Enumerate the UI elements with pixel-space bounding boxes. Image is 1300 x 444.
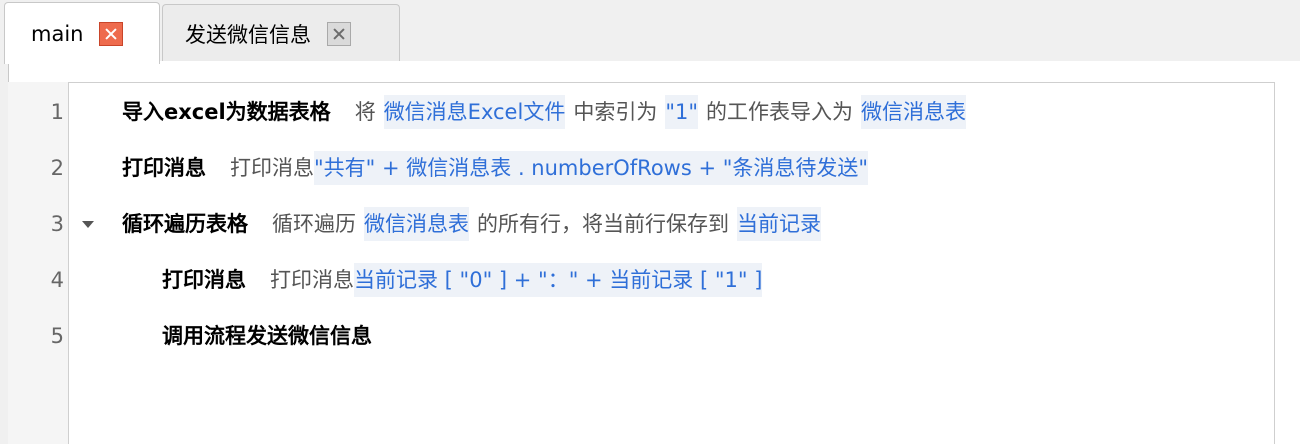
tab-bar: main 发送微信信息	[0, 0, 1300, 64]
argument-token[interactable]: 微信消息Excel文件	[383, 95, 566, 129]
code-line[interactable]: 导入excel为数据表格将微信消息Excel文件 中索引为 "1" 的工作表导入为 微信…	[122, 84, 967, 140]
static-text: 的所有行，将当前行保存到	[477, 212, 729, 236]
line-number: 4	[50, 268, 64, 292]
command-name[interactable]: 导入excel为数据表格	[122, 84, 331, 140]
close-icon[interactable]	[327, 21, 351, 46]
argument-token[interactable]: 当前记录	[737, 207, 821, 241]
code-line[interactable]: 调用流程发送微信信息	[162, 308, 396, 364]
tab-label: main	[31, 21, 84, 46]
line-number: 2	[50, 156, 64, 180]
tab-label: 发送微信信息	[185, 22, 311, 47]
tab-send-wechat-message[interactable]: 发送微信信息	[162, 4, 400, 62]
argument-token[interactable]: 微信消息表	[861, 95, 967, 129]
code-line[interactable]: 打印消息 打印消息 当前记录 [ "0" ] + "：" + 当前记录 [ "1" …	[162, 252, 763, 308]
close-icon[interactable]	[99, 21, 124, 46]
static-text: 打印消息	[270, 268, 354, 292]
code-line[interactable]: 打印消息 打印消息 "共有" + 微信消息表 . numberOfRows + "条…	[122, 140, 869, 196]
static-text: 循环遍历	[272, 212, 356, 236]
static-text: 将	[354, 100, 376, 124]
command-name[interactable]: 打印消息	[122, 140, 206, 196]
line-number: 3	[50, 212, 64, 236]
command-name[interactable]: 打印消息	[162, 252, 246, 308]
static-text: 打印消息	[230, 156, 314, 180]
command-name[interactable]: 调用流程发送微信信息	[162, 308, 372, 364]
tab-main[interactable]: main	[4, 2, 160, 64]
argument-token[interactable]: 微信消息表	[364, 207, 469, 241]
line-number: 5	[50, 324, 64, 348]
collapse-triangle-icon[interactable]	[82, 221, 94, 228]
command-name[interactable]: 循环遍历表格	[122, 196, 248, 252]
argument-token[interactable]: "共有" + 微信消息表 . numberOfRows + "条消息待发送"	[314, 151, 869, 185]
static-text: 中索引为	[573, 100, 658, 124]
argument-token[interactable]: 当前记录 [ "0" ] + "：" + 当前记录 [ "1" ]	[354, 263, 763, 297]
argument-token[interactable]: "1"	[665, 95, 699, 129]
static-text: 的工作表导入为	[706, 100, 854, 124]
line-number: 1	[50, 100, 64, 124]
code-line[interactable]: 循环遍历表格 循环遍历 微信消息表 的所有行，将当前行保存到 当前记录	[122, 196, 821, 252]
